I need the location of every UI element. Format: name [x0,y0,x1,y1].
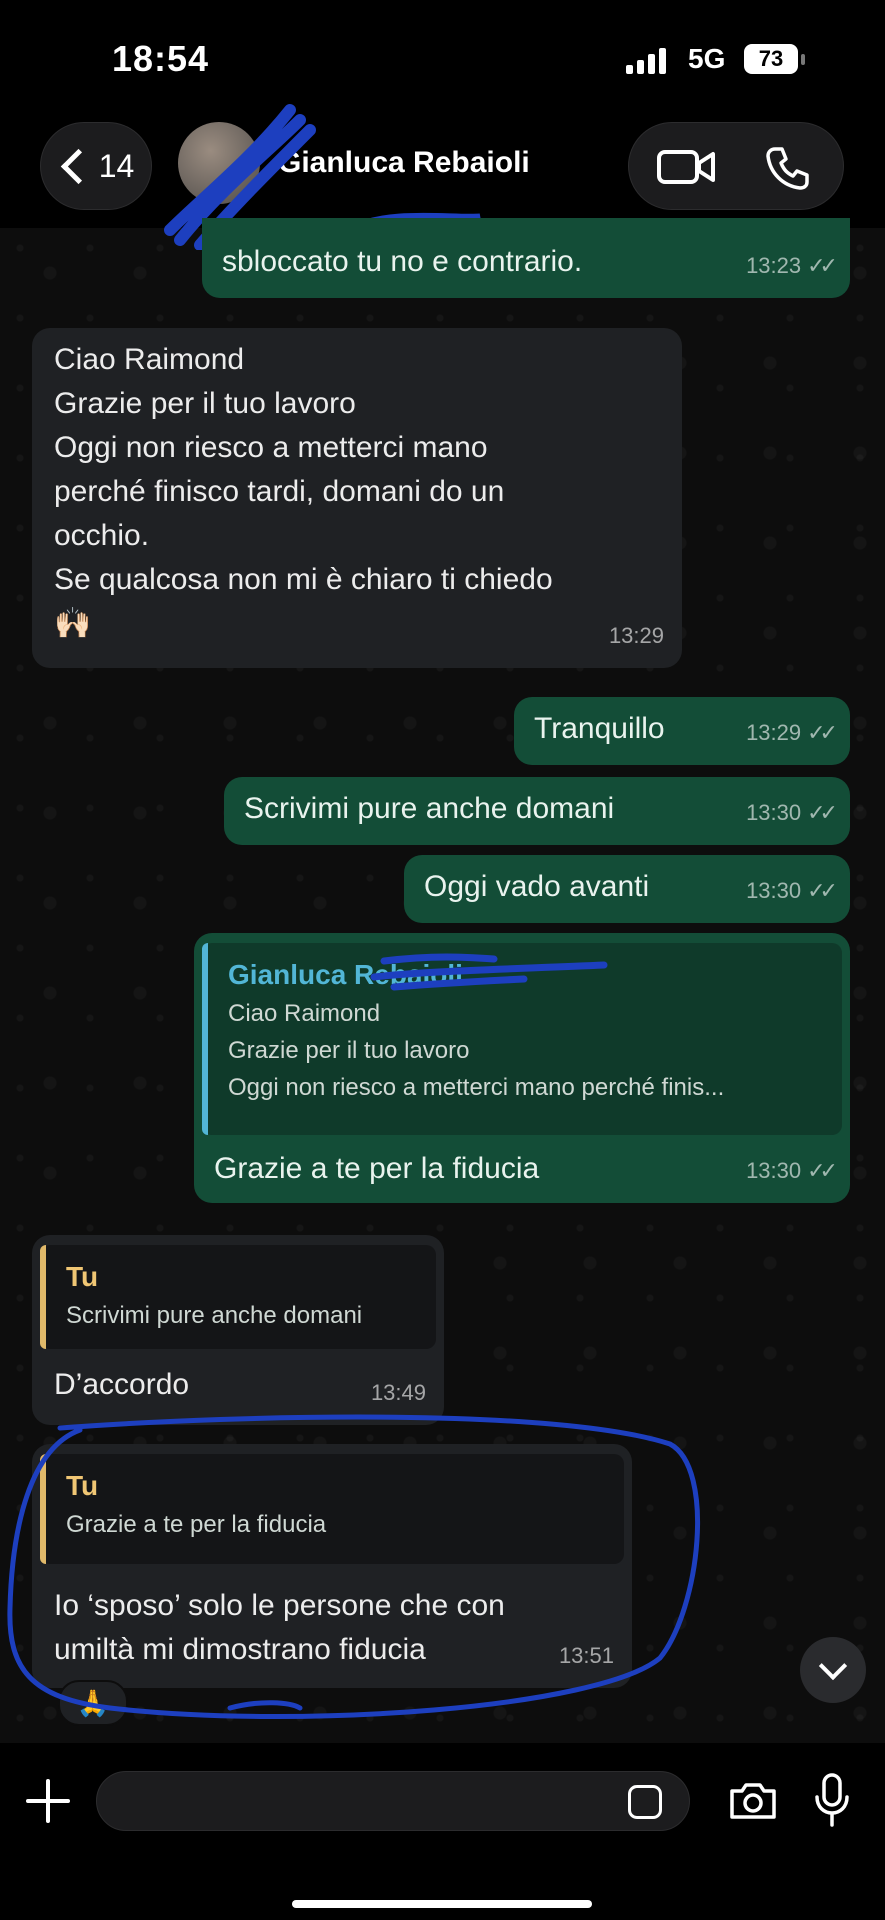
plus-icon[interactable] [26,1779,70,1823]
signal-strength-icon [626,48,668,74]
battery-tip [801,54,805,65]
emoji-raised-hands: 🙌🏻 [54,607,92,640]
quoted-line: Oggi non riesco a metterci mano perché f… [228,1074,725,1101]
scroll-to-bottom-button[interactable] [800,1637,866,1703]
quoted-author: Tu [66,1470,99,1501]
message-incoming[interactable]: Ciao Raimond Grazie per il tuo lavoro Og… [32,328,682,668]
phone-icon[interactable] [765,145,811,191]
message-text: sbloccato tu no e contrario. [222,245,583,278]
message-meta: 13:51 [559,1634,614,1678]
message-text: Grazie a te per la fiducia [214,1152,540,1185]
message-line: umiltà mi dimostrano fiducia [54,1633,426,1666]
message-line: occhio. [54,519,150,552]
read-ticks-icon: ✓✓ [807,720,838,745]
message-line: Oggi non riesco a metterci mano [54,431,488,464]
read-ticks-icon: ✓✓ [807,878,838,903]
back-button[interactable]: 14 [40,122,152,210]
quoted-line: Scrivimi pure anche domani [66,1302,363,1329]
microphone-icon[interactable] [812,1773,852,1827]
message-line: Ciao Raimond [54,343,245,376]
message-meta: 13:23 ✓✓ [746,244,838,288]
message-meta: 13:49 [371,1371,426,1415]
message-meta: 13:30 ✓✓ [746,869,838,913]
message-outgoing[interactable]: Scrivimi pure anche domani 13:30 ✓✓ [224,777,850,845]
back-chevron-icon [60,148,96,184]
status-time: 18:54 [112,38,210,79]
read-ticks-icon: ✓✓ [807,1158,838,1183]
message-text: D’accordo [54,1368,190,1401]
read-ticks-icon: ✓✓ [807,253,838,278]
quoted-line: Grazie a te per la fiducia [66,1511,327,1538]
home-indicator [292,1900,592,1908]
call-actions [628,122,844,210]
message-time: 13:23 [746,253,802,278]
read-ticks-icon: ✓✓ [807,800,838,825]
message-outgoing-reply[interactable]: Gianluca Rebaioli Ciao Raimond Grazie pe… [194,933,850,1203]
message-line: Grazie per il tuo lavoro [54,387,356,420]
message-outgoing[interactable]: Oggi vado avanti 13:30 ✓✓ [404,855,850,923]
redaction-scribble [370,953,608,991]
video-call-icon[interactable] [657,149,717,185]
chat-header: 14 Gianluca Rebaioli [0,104,885,250]
message-meta: 13:29 ✓✓ [746,711,838,755]
quoted-author: Tu [66,1261,99,1292]
message-text: Tranquillo [534,712,665,745]
message-incoming-reply[interactable]: Tu Scrivimi pure anche domani D’accordo … [32,1235,444,1425]
message-input-bar [0,1743,885,1920]
sticker-icon[interactable] [628,1785,662,1819]
camera-icon[interactable] [728,1781,778,1821]
message-line: Se qualcosa non mi è chiaro ti chiedo [54,563,553,596]
message-outgoing[interactable]: Tranquillo 13:29 ✓✓ [514,697,850,765]
reaction-badge[interactable]: 🙏 [58,1680,128,1726]
message-meta: 13:30 ✓✓ [746,791,838,835]
message-text: Oggi vado avanti [424,870,650,903]
message-time: 13:29 [746,720,802,745]
quoted-line: Grazie per il tuo lavoro [228,1037,470,1064]
message-line: Io ‘sposo’ solo le persone che con [54,1589,505,1622]
message-outgoing[interactable]: sbloccato tu no e contrario. 13:23 ✓✓ [202,218,850,298]
quoted-message[interactable]: Tu Grazie a te per la fiducia [40,1454,624,1564]
message-time: 13:30 [746,878,802,903]
message-time: 13:30 [746,800,802,825]
battery-icon: 73 [744,44,798,74]
message-line: perché finisco tardi, domani do un [54,475,505,508]
message-incoming-reply[interactable]: Tu Grazie a te per la fiducia Io ‘sposo’… [32,1444,632,1688]
message-meta: 13:30 ✓✓ [746,1149,838,1193]
network-type: 5G [688,43,726,74]
status-bar: 18:54 5G 73 [0,0,885,110]
contact-name[interactable]: Gianluca Rebaioli [278,146,530,180]
message-text: Scrivimi pure anche domani [244,792,615,825]
avatar[interactable] [178,122,260,204]
message-time: 13:49 [370,1380,426,1405]
quoted-message[interactable]: Tu Scrivimi pure anche domani [40,1245,436,1349]
unread-count: 14 [98,147,135,184]
message-time: 13:29 [608,623,664,648]
message-time: 13:51 [558,1643,614,1668]
message-input[interactable] [96,1771,690,1831]
message-time: 13:30 [746,1158,802,1183]
message-meta: 13:29 [609,614,664,658]
